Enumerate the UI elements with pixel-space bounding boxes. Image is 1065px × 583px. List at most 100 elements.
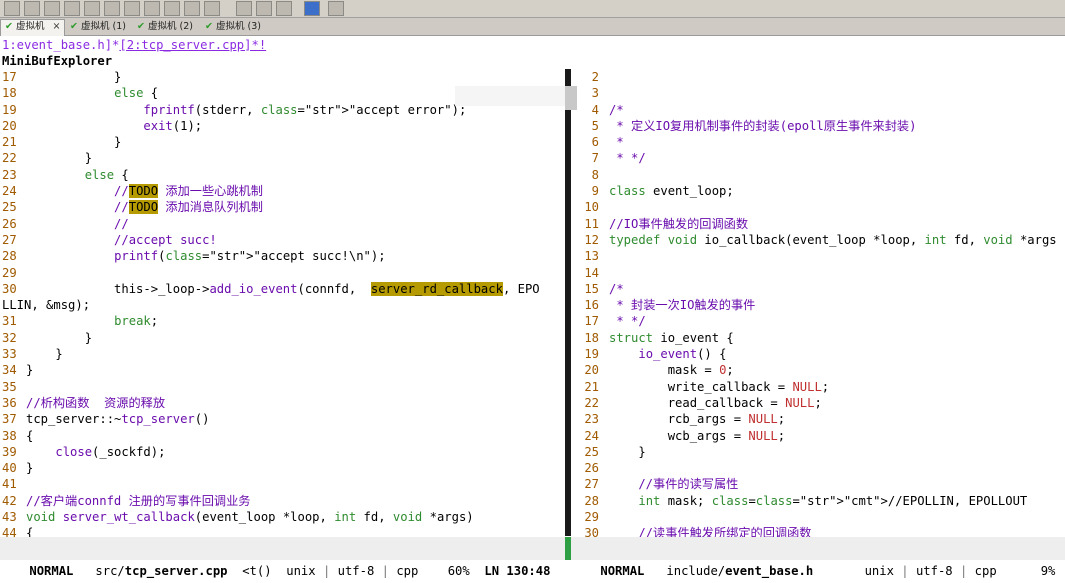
toolbar-icon[interactable] <box>144 1 160 16</box>
close-icon[interactable]: × <box>52 21 60 32</box>
split-divider[interactable] <box>565 69 571 536</box>
code-line[interactable]: 27 //事件的读写属性 <box>575 476 1065 492</box>
code-line[interactable]: 15 /* <box>575 281 1065 297</box>
code-line[interactable]: 8 <box>575 167 1065 183</box>
code-line[interactable]: 2 <box>575 69 1065 85</box>
code-line[interactable]: 41 <box>2 476 562 492</box>
toolbar-icon[interactable] <box>4 1 20 16</box>
line-number: 28 <box>2 249 17 264</box>
buffer-item[interactable]: 1:event_base.h]* <box>2 38 119 52</box>
code-line[interactable]: 28 printf(class="str">"accept succ!\n"); <box>2 248 562 264</box>
tab-label: 虚拟机 (2) <box>147 21 193 32</box>
code-line[interactable]: 21 write_callback = NULL; <box>575 379 1065 395</box>
scroll-percent: 9% <box>1040 564 1056 578</box>
code-line[interactable]: 37 tcp_server::~tcp_server() <box>2 411 562 427</box>
toolbar-icon[interactable] <box>44 1 60 16</box>
toolbar-icon[interactable] <box>124 1 140 16</box>
editor-left-pane[interactable]: 17 } 18 else {19 fprintf(stderr, class="s… <box>2 69 562 542</box>
code-line[interactable]: 21 } <box>2 134 562 150</box>
code-line[interactable]: 38 { <box>2 428 562 444</box>
toolbar-icon[interactable] <box>104 1 120 16</box>
toolbar-icon[interactable] <box>204 1 220 16</box>
code-line[interactable]: 32 } <box>2 330 562 346</box>
code-line[interactable]: 9 class event_loop; <box>575 183 1065 199</box>
code-line[interactable]: 4 /* <box>575 102 1065 118</box>
line-number: 18 <box>2 86 17 101</box>
buffer-item-current[interactable]: [2:tcp_server.cpp]*! <box>119 38 266 52</box>
toolbar-icon[interactable] <box>164 1 180 16</box>
code-line[interactable]: 7 * */ <box>575 150 1065 166</box>
code-text: exit(1); <box>143 118 203 133</box>
code-line[interactable]: 26 <box>575 460 1065 476</box>
code-line[interactable]: 29 <box>2 265 562 281</box>
toolbar-icon[interactable] <box>184 1 200 16</box>
buffer-list[interactable]: 1:event_base.h]*[2:tcp_server.cpp]*! <box>2 37 266 53</box>
code-line[interactable]: 17 * */ <box>575 313 1065 329</box>
toolbar-icon[interactable] <box>84 1 100 16</box>
code-text: /* <box>609 102 624 117</box>
line-number: 14 <box>584 265 599 280</box>
code-line[interactable]: 5 * 定义IO复用机制事件的封装(epoll原生事件来封装) <box>575 118 1065 134</box>
code-line[interactable]: 20 exit(1); <box>2 118 562 134</box>
code-line[interactable]: 11 //IO事件触发的回调函数 <box>575 216 1065 232</box>
code-line[interactable]: 3 <box>575 85 1065 101</box>
tab-vm-2[interactable]: ✔ 虚拟机 (2) <box>137 20 193 34</box>
code-line[interactable]: 17 } <box>2 69 562 85</box>
code-line[interactable]: 16 * 封装一次IO触发的事件 <box>575 297 1065 313</box>
toolbar-icon[interactable] <box>64 1 80 16</box>
code-line[interactable]: 23 else { <box>2 167 562 183</box>
code-line[interactable]: 40} <box>2 460 562 476</box>
code-text: } <box>26 135 122 150</box>
code-line[interactable]: 24 //TODO 添加一些心跳机制 <box>2 183 562 199</box>
code-line[interactable]: 23 rcb_args = NULL; <box>575 411 1065 427</box>
code-line[interactable]: 10 <box>575 199 1065 215</box>
code-line[interactable]: 43 void server_wt_callback(event_loop *lo… <box>2 509 562 525</box>
code-line[interactable]: 18 struct io_event { <box>575 330 1065 346</box>
code-line[interactable]: 20 mask = 0; <box>575 362 1065 378</box>
code-line[interactable]: 29 <box>575 509 1065 525</box>
tab-vm-3[interactable]: ✔ 虚拟机 (3) <box>205 20 261 34</box>
code-line[interactable]: 28 int mask; class=class="str">"cmt">//E… <box>575 493 1065 509</box>
code-text: struct io_event { <box>609 330 734 345</box>
code-line[interactable]: 19 io_event() { <box>575 346 1065 362</box>
code-line[interactable]: 6 * <box>575 134 1065 150</box>
code-line[interactable]: 27 //accept succ! <box>2 232 562 248</box>
code-line[interactable]: LLIN, &msg); <box>2 297 562 313</box>
code-text: this->_loop->add_io_event(connfd, server… <box>26 281 540 296</box>
code-line[interactable]: 30 this->_loop->add_io_event(connfd, ser… <box>2 281 562 297</box>
code-line[interactable]: 36 //析构函数 资源的释放 <box>2 395 562 411</box>
tab-vm-1[interactable]: ✔ 虚拟机 (1) <box>70 20 126 34</box>
code-text: * */ <box>609 314 646 329</box>
help-icon[interactable] <box>304 1 320 16</box>
toolbar-icon[interactable] <box>276 1 292 16</box>
code-line[interactable]: 25 //TODO 添加消息队列机制 <box>2 199 562 215</box>
tab-vm[interactable]: ✔ 虚拟机 × <box>0 19 66 36</box>
code-line[interactable]: 13 <box>575 248 1065 264</box>
code-line[interactable]: 22 read_callback = NULL; <box>575 395 1065 411</box>
line-number: 21 <box>584 379 599 394</box>
code-text: //析构函数 资源的释放 <box>26 395 166 410</box>
code-line[interactable]: 25 } <box>575 444 1065 460</box>
toolbar-icon[interactable] <box>328 1 344 16</box>
code-line[interactable]: 31 break; <box>2 313 562 329</box>
code-line[interactable]: 24 wcb_args = NULL; <box>575 428 1065 444</box>
code-line[interactable]: 33 } <box>2 346 562 362</box>
editor-right-pane[interactable]: 2 3 4/* 5 * 定义IO复用机制事件的封装(epoll原生事件来封装) 6 * 7… <box>575 69 1065 542</box>
toolbar-icon[interactable] <box>236 1 252 16</box>
line-number: 18 <box>584 330 599 345</box>
code-line[interactable]: 14 <box>575 265 1065 281</box>
code-line[interactable]: 35 <box>2 379 562 395</box>
code-line[interactable]: 12 typedef void io_callback(event_loop *l… <box>575 232 1065 248</box>
toolbar-icon[interactable] <box>24 1 40 16</box>
code-line[interactable]: 22 } <box>2 150 562 166</box>
code-line[interactable]: 42 //客户端connfd 注册的写事件回调业务 <box>2 493 562 509</box>
code-line[interactable]: 26 // <box>2 216 562 232</box>
code-text: * <box>609 135 624 150</box>
code-text: io_event() { <box>638 347 727 362</box>
toolbar-icon[interactable] <box>256 1 272 16</box>
code-line[interactable]: 34} <box>2 362 562 378</box>
line-number: 23 <box>2 167 17 182</box>
overlay-artifact <box>455 86 570 106</box>
line-number: 27 <box>2 232 17 247</box>
code-line[interactable]: 39 close(_sockfd); <box>2 444 562 460</box>
